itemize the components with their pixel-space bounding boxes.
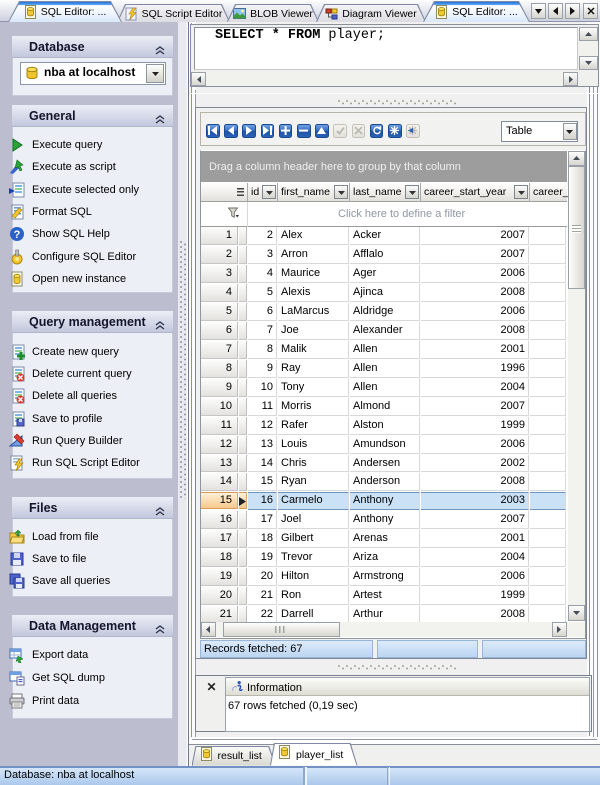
svg-text:?: ?	[14, 229, 21, 241]
